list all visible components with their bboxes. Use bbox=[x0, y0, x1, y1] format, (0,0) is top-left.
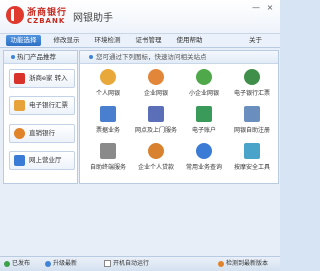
tile-e-bill[interactable]: 电子银行汇票 bbox=[228, 69, 276, 101]
tab-function-select[interactable]: 功能选择 bbox=[6, 35, 41, 46]
tile-self-register[interactable]: 网银自助注册 bbox=[228, 106, 276, 138]
direct-bank-icon bbox=[14, 128, 25, 139]
tile-label: 电子账户 bbox=[191, 127, 216, 134]
security-tool-icon bbox=[244, 143, 260, 159]
upgrade-icon bbox=[45, 260, 51, 267]
upgrade-latest-link[interactable]: 升级最新 bbox=[45, 259, 77, 269]
corporate-banking-icon bbox=[148, 69, 164, 85]
bullet-icon bbox=[89, 55, 93, 59]
e-bill-icon bbox=[244, 69, 260, 85]
hot-products-heading: 热门产品推荐 bbox=[4, 51, 77, 64]
ecash-icon bbox=[14, 73, 25, 84]
tile-bill-business[interactable]: 票据业务 bbox=[84, 106, 132, 138]
new-version-status[interactable]: 检测到最新版本 bbox=[218, 259, 268, 269]
tile-label: 企业个人贷款 bbox=[137, 164, 174, 171]
small-business-banking-icon bbox=[196, 69, 212, 85]
product-label: 浙商e家 转入 bbox=[29, 74, 68, 82]
autostart-checkbox[interactable]: 开机自动运行 bbox=[104, 259, 149, 269]
tab-environment-check[interactable]: 环境检测 bbox=[90, 35, 125, 46]
tile-label: 自助终端服务 bbox=[89, 164, 126, 171]
tab-help[interactable]: 使用帮助 bbox=[172, 35, 207, 46]
tile-branch-service[interactable]: 网点及上门服务 bbox=[132, 106, 180, 138]
self-terminal-icon bbox=[100, 143, 116, 159]
tile-small-business-banking[interactable]: 小企业网银 bbox=[180, 69, 228, 101]
tab-certificate[interactable]: 证书管理 bbox=[131, 35, 166, 46]
quick-access-heading: 您可通过下列图标，快速访问相关站点 bbox=[80, 51, 278, 64]
product-label: 直销银行 bbox=[29, 129, 55, 137]
app-window: 浙商银行 CZBANK 网银助手 — × 功能选择 修改显示 环境检测 证书管理… bbox=[0, 0, 280, 271]
self-register-icon bbox=[244, 106, 260, 122]
title-bar: 浙商银行 CZBANK 网银助手 — × bbox=[0, 0, 280, 34]
hot-products-panel: 热门产品推荐 浙商e家 转入 电子银行汇票 直销银行 网上营业厅 bbox=[3, 50, 78, 184]
tile-personal-banking[interactable]: 个人网银 bbox=[84, 69, 132, 101]
product-online-hall[interactable]: 网上营业厅 bbox=[9, 151, 75, 170]
minimize-button[interactable]: — bbox=[251, 3, 261, 12]
tab-about[interactable]: 关于 bbox=[243, 35, 268, 46]
tile-label: 票据业务 bbox=[95, 127, 120, 134]
update-icon bbox=[218, 260, 224, 267]
close-button[interactable]: × bbox=[265, 3, 275, 12]
bank-logo-icon bbox=[6, 6, 24, 24]
status-bar: 已发布 升级最新 开机自动运行 检测到最新版本 bbox=[0, 256, 280, 271]
product-label: 网上营业厅 bbox=[29, 156, 62, 164]
tile-security-tool[interactable]: 按摩安全工具 bbox=[228, 143, 276, 175]
product-e-bill[interactable]: 电子银行汇票 bbox=[9, 96, 75, 115]
checkbox-icon bbox=[104, 260, 111, 267]
tile-label: 企业网银 bbox=[143, 90, 168, 97]
tile-label: 按摩安全工具 bbox=[233, 164, 270, 171]
branch-service-icon bbox=[148, 106, 164, 122]
product-direct-bank[interactable]: 直销银行 bbox=[9, 124, 75, 143]
tile-self-terminal[interactable]: 自助终端服务 bbox=[84, 143, 132, 175]
product-ecash[interactable]: 浙商e家 转入 bbox=[9, 69, 75, 88]
bill-icon bbox=[14, 100, 25, 111]
tile-loan[interactable]: 企业个人贷款 bbox=[132, 143, 180, 175]
tile-label: 电子银行汇票 bbox=[233, 90, 270, 97]
tile-label: 网银自助注册 bbox=[233, 127, 270, 134]
loan-icon bbox=[148, 143, 164, 159]
query-icon bbox=[196, 143, 212, 159]
tile-label: 网点及上门服务 bbox=[134, 127, 177, 134]
personal-banking-icon bbox=[100, 69, 116, 85]
tile-label: 常用业务查询 bbox=[185, 164, 222, 171]
tile-e-account[interactable]: 电子账户 bbox=[180, 106, 228, 138]
tab-modify-display[interactable]: 修改显示 bbox=[49, 35, 84, 46]
tile-corporate-banking[interactable]: 企业网银 bbox=[132, 69, 180, 101]
bank-english-name: CZBANK bbox=[27, 17, 66, 25]
tile-label: 个人网银 bbox=[95, 90, 120, 97]
quick-access-panel: 您可通过下列图标，快速访问相关站点 个人网银 企业网银 小企业网银 电子银行汇票… bbox=[79, 50, 279, 184]
bill-business-icon bbox=[100, 106, 116, 122]
green-dot-icon bbox=[4, 260, 10, 267]
product-label: 电子银行汇票 bbox=[29, 101, 68, 109]
status-published: 已发布 bbox=[4, 259, 30, 269]
e-account-icon bbox=[196, 106, 212, 122]
tile-query[interactable]: 常用业务查询 bbox=[180, 143, 228, 175]
tab-bar: 功能选择 修改显示 环境检测 证书管理 使用帮助 关于 bbox=[0, 34, 280, 48]
online-hall-icon bbox=[14, 155, 25, 166]
app-title: 网银助手 bbox=[73, 13, 113, 24]
bullet-icon bbox=[11, 55, 15, 59]
tile-label: 小企业网银 bbox=[188, 90, 219, 97]
